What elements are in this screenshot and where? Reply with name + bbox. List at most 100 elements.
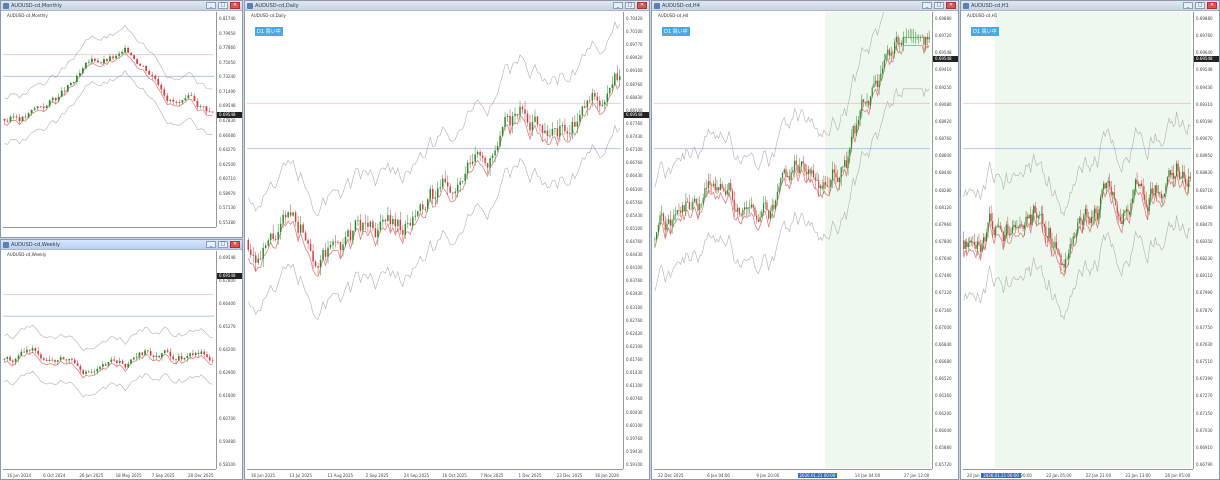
maximize-button[interactable]: □ [1195, 2, 1205, 9]
time-axis[interactable]: 20 Jan 202621 Jan 20:0022 Jan 05:0022 Ja… [963, 469, 1193, 479]
candle [432, 184, 434, 205]
title-bar[interactable]: AUDUSD-cd,Monthly _ □ ✕ [1, 1, 242, 11]
title-bar[interactable]: AUDUSD-cd,H1 _ □ ✕ [961, 1, 1219, 11]
maximize-button[interactable]: □ [218, 2, 228, 9]
chart-plot[interactable]: AUDUSD-cd,Weekly [3, 251, 216, 469]
candle [12, 112, 15, 120]
price-tick: 0.81740 [219, 16, 236, 21]
candle [446, 175, 449, 195]
minimize-button[interactable]: _ [1183, 2, 1193, 9]
time-axis[interactable]: 22 Dec 20256 Jan 04:009 Jan 20:0013 Jan … [654, 469, 932, 479]
price-axis[interactable]: 0.69880 0.69760 0.69640 0.69548 0.69430 0.693… [1193, 12, 1219, 469]
minimize-button[interactable]: _ [206, 241, 216, 248]
candle [106, 58, 108, 64]
time-axis[interactable]: 16 Jun 2024 6 Oct 2024 26 Jan 2025 18 May 2… [3, 469, 216, 479]
candle [806, 164, 808, 183]
candle [39, 106, 42, 109]
close-button[interactable]: ✕ [946, 2, 956, 9]
price-tick: 0.68280 [935, 187, 952, 193]
candle [985, 228, 988, 242]
candle [59, 355, 62, 362]
candle [3, 357, 6, 363]
price-tick: 0.69720 [935, 33, 952, 39]
candle [792, 166, 794, 175]
candle [434, 190, 436, 205]
chart-plot[interactable]: AUDUSD-cd,H1 D1 買い中 [963, 12, 1193, 469]
candle [668, 214, 670, 225]
chart-plot[interactable]: AUDUSD-cd,H4 D1 買い中 [654, 12, 932, 469]
close-button[interactable]: ✕ [230, 2, 240, 9]
price-tick: 0.67640 [935, 256, 952, 262]
price-tick: 0.66680 [935, 359, 952, 365]
minimize-button[interactable]: _ [206, 2, 216, 9]
price-axis[interactable]: 0.70420 0.70100 0.69770 0.69420 0.69100 0.687… [623, 12, 649, 469]
maximize-button[interactable]: □ [625, 2, 635, 9]
title-bar[interactable]: AUDUSD-cd,Weekly _ □ ✕ [1, 240, 242, 250]
candle [113, 355, 115, 363]
price-tick: 0.60710 [219, 176, 236, 182]
daily-window[interactable]: AUDUSD-cd,Daily _ □ ✕ AUDUSD-cd,Daily D1 … [244, 0, 650, 480]
candle [444, 170, 446, 184]
price-axis[interactable]: 0.69548 0.67800 0.66400 0.65270 0.64200 0.629… [216, 251, 242, 469]
time-tick: 16 Jan 2026 [595, 473, 619, 478]
monthly-window[interactable]: AUDUSD-cd,Monthly _ □ ✕ AUDUSD-cd,Monthl… [0, 0, 243, 238]
candle [466, 159, 469, 180]
minimize-button[interactable]: _ [922, 2, 932, 9]
candle [155, 352, 158, 360]
candle [148, 69, 151, 75]
title-bar[interactable]: AUDUSD-cd,H4 _ □ ✕ [652, 1, 958, 11]
maximize-button[interactable]: □ [218, 241, 228, 248]
time-tick: 16 Oct 2025 [442, 473, 467, 478]
candle [687, 197, 689, 203]
h1-window[interactable]: AUDUSD-cd,H1 _ □ ✕ AUDUSD-cd,H1 D1 買い中 0.… [960, 0, 1220, 480]
close-button[interactable]: ✕ [637, 2, 647, 9]
price-tick: 0.66040 [935, 427, 952, 433]
candle [752, 203, 754, 212]
weekly-window[interactable]: AUDUSD-cd,Weekly _ □ ✕ AUDUSD-cd,Weekly … [0, 239, 243, 480]
price-tick: 0.79950 [219, 30, 236, 36]
candle [319, 255, 322, 276]
price-tick: 0.65430 [626, 212, 643, 218]
candle [539, 124, 541, 133]
chart-icon [963, 3, 969, 9]
minimize-button[interactable]: _ [613, 2, 623, 9]
price-axis[interactable]: 0.69880 0.69720 0.69548 0.69410 0.69250 0.690… [932, 12, 958, 469]
maximize-button[interactable]: □ [934, 2, 944, 9]
price-tick: 0.68110 [1196, 273, 1213, 279]
candle [481, 151, 484, 162]
price-axis[interactable]: 0.81740 0.79950 0.77860 0.75050 0.73240 0.714… [216, 12, 242, 227]
price-tick: 0.67960 [935, 221, 952, 227]
candle [821, 179, 823, 191]
candle [574, 115, 576, 127]
candle [785, 165, 787, 182]
window-title: AUDUSD-cd,H1 [971, 3, 1009, 9]
candle [799, 157, 801, 175]
candle [93, 368, 96, 375]
candle [655, 231, 658, 241]
candle [317, 263, 319, 275]
h4-window[interactable]: AUDUSD-cd,H4 _ □ ✕ AUDUSD-cd,H4 D1 買い中 0.… [651, 0, 959, 480]
price-tick: 0.67760 [626, 120, 643, 126]
candle [17, 353, 20, 363]
close-button[interactable]: ✕ [1207, 2, 1217, 9]
close-button[interactable]: ✕ [230, 241, 240, 248]
candle [967, 237, 969, 251]
time-axis[interactable]: 16 Jun 2025 13 Jul 2025 11 Aug 2025 2 Sep 2… [247, 469, 623, 479]
title-bar[interactable]: AUDUSD-cd,Daily _ □ ✕ [245, 1, 649, 11]
candle [551, 122, 554, 137]
candle [94, 58, 96, 64]
candle [564, 118, 566, 136]
candle [757, 214, 759, 222]
chart-plot[interactable]: AUDUSD-cd,Monthly [3, 12, 216, 227]
candle [704, 182, 706, 201]
candle [721, 181, 723, 190]
symbol-label: AUDUSD-cd,Daily [251, 13, 286, 18]
candle [409, 218, 412, 227]
time-axis[interactable] [3, 227, 216, 237]
candle [6, 355, 9, 362]
candle [469, 155, 471, 168]
chart-plot[interactable]: AUDUSD-cd,Daily D1 買い中 [247, 12, 623, 469]
candle [697, 197, 699, 219]
price-tick: 0.67990 [1196, 290, 1213, 296]
candle [599, 96, 601, 113]
